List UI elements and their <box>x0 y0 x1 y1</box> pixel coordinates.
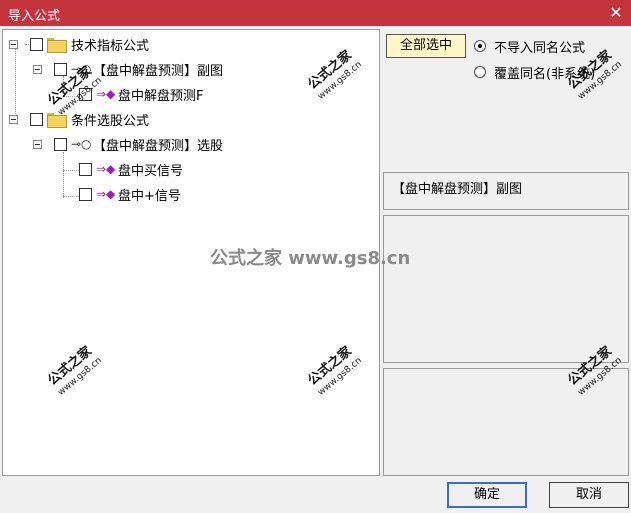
tree-node-formula[interactable]: ⊸○ 【盘中解盘预测】选股 <box>33 134 223 154</box>
collapse-icon[interactable] <box>33 64 42 74</box>
tree-node-label: 盘中解盘预测F <box>118 88 204 104</box>
tree-node-item[interactable]: ⇒◆ 盘中买信号 <box>79 159 183 179</box>
collapse-icon[interactable] <box>33 139 42 149</box>
folder-icon <box>47 37 67 53</box>
radio-button[interactable] <box>474 66 486 78</box>
node-checkbox[interactable] <box>54 137 67 151</box>
node-checkbox[interactable] <box>30 37 43 51</box>
tree-node-label: 技术指标公式 <box>71 38 150 54</box>
gem-icon: ⇒◆ <box>96 187 116 201</box>
node-checkbox[interactable] <box>79 187 92 201</box>
radio-label: 不导入同名公式 <box>494 40 586 56</box>
node-checkbox[interactable] <box>30 112 43 126</box>
radio-button[interactable] <box>474 40 486 52</box>
tree-line <box>63 170 79 171</box>
tree-node-formula[interactable]: ⊸○ 【盘中解盘预测】副图 <box>33 59 223 79</box>
tree-node-label: 盘中+信号 <box>118 188 181 204</box>
radio-skip-same-name[interactable]: 不导入同名公式 <box>474 36 585 56</box>
cancel-button[interactable]: 取消 <box>549 482 629 508</box>
tree-node-label: 盘中买信号 <box>118 163 184 179</box>
gem-icon: ⇒◆ <box>96 162 116 176</box>
tree-node-folder[interactable]: 条件选股公式 <box>9 109 149 129</box>
collapse-icon[interactable] <box>9 114 18 124</box>
node-checkbox[interactable] <box>79 162 92 176</box>
tree-node-label: 【盘中解盘预测】副图 <box>93 63 224 79</box>
node-checkbox[interactable] <box>54 62 67 76</box>
selected-formula-name: 【盘中解盘预测】副图 <box>392 182 523 197</box>
select-all-button[interactable]: 全部选中 <box>386 34 466 58</box>
tree-line <box>63 152 64 198</box>
center-watermark: 公式之家 www.gs8.cn <box>210 248 411 269</box>
ok-button[interactable]: 确定 <box>447 482 527 508</box>
close-icon[interactable]: ✕ <box>601 0 631 26</box>
title-bar: 导入公式 ✕ <box>0 0 631 26</box>
tree-node-item[interactable]: ⇒◆ 盘中+信号 <box>79 184 181 204</box>
tree-node-label: 条件选股公式 <box>71 113 150 129</box>
collapse-icon[interactable] <box>9 39 18 49</box>
formula-description-box <box>383 215 629 363</box>
tree-node-folder[interactable]: 技术指标公式 <box>9 34 149 54</box>
window-title: 导入公式 <box>8 9 61 24</box>
tree-node-label: 【盘中解盘预测】选股 <box>93 138 224 154</box>
tree-line <box>63 196 79 197</box>
formula-name-box: 【盘中解盘预测】副图 <box>383 172 629 210</box>
key-icon: ⊸○ <box>71 137 92 151</box>
